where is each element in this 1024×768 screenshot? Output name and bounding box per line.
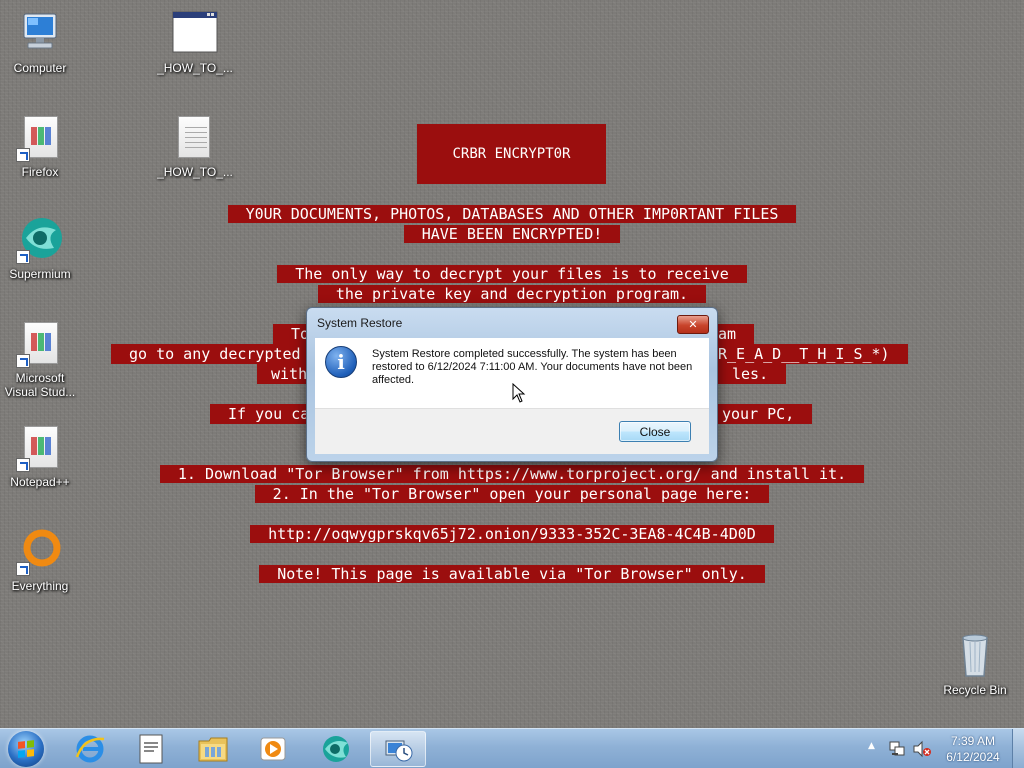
ransom-line-text: R_E_A_D__T_H_I_S_*) [716,344,908,364]
ransom-line-text: am [716,324,755,344]
shortcut-arrow-icon [16,148,30,162]
taskbar-supermium[interactable] [308,731,364,767]
visual-studio-shortcut-icon [16,320,64,368]
shortcut-arrow-icon [16,354,30,368]
desktop-icon-label: _HOW_TO_... [157,61,233,75]
desktop-icon-label: Recycle Bin [943,683,1007,697]
ransom-line-text: the private key and decryption program. [317,285,707,303]
ransom-line: Y0UR DOCUMENTS, PHOTOS, DATABASES AND OT… [0,204,1024,224]
supermium-icon [323,736,349,762]
ransom-line-text: go to any decrypted [111,344,321,364]
windows-logo-icon [18,740,34,758]
desktop-icon-recycle-bin[interactable]: Recycle Bin [935,632,1015,697]
ransom-line: 2. In the "Tor Browser" open your person… [0,484,1024,504]
taskbar-document[interactable] [123,731,179,767]
desktop-icon-computer[interactable]: Computer [0,10,80,75]
file-explorer-icon [198,737,228,762]
desktop-icon-label: Microsoft Visual Stud... [4,371,76,399]
ransom-line-text: Y0UR DOCUMENTS, PHOTOS, DATABASES AND OT… [227,205,797,223]
close-icon: ✕ [688,318,698,331]
desktop-icon-how-to-text[interactable]: _HOW_TO_... [155,114,235,179]
window-file-icon [171,10,219,58]
info-icon: i [325,346,357,378]
desktop-icon-visual-studio[interactable]: Microsoft Visual Stud... [0,320,80,399]
desktop-icon-how-to-window[interactable]: _HOW_TO_... [155,10,235,75]
taskbar-system-restore[interactable] [370,731,426,767]
taskbar-media-player[interactable] [245,731,301,767]
ransom-line: Note! This page is available via "Tor Br… [0,564,1024,584]
desktop-icon-label: _HOW_TO_... [157,165,233,179]
taskbar-file-explorer[interactable] [185,731,241,767]
shortcut-arrow-icon [16,250,30,264]
ransom-line-text: The only way to decrypt your files is to… [277,265,747,283]
desktop-icon-firefox[interactable]: Firefox [0,114,80,179]
recycle-bin-icon [951,632,999,680]
ransom-line-text: Note! This page is available via "Tor Br… [259,565,765,583]
text-file-icon [171,114,219,162]
ransom-line-text: 1. Download "Tor Browser" from https://w… [159,465,865,483]
volume-muted-icon[interactable] [912,740,932,758]
ransom-line-text: http://oqwygprskqv65j72.onion/9333-352C-… [250,525,774,543]
taskbar: ▲ 7:39 AM 6/12/2024 [0,728,1024,768]
network-icon[interactable] [888,740,906,758]
ransom-line-text: your PC, [716,404,813,424]
dialog-footer: Close [315,408,709,454]
desktop-icon-label: Firefox [21,165,59,179]
clock-date: 6/12/2024 [946,750,1000,764]
dialog-message: System Restore completed successfully. T… [372,348,693,386]
document-icon [139,734,163,764]
ransom-onion-link: http://oqwygprskqv65j72.onion/9333-352C-… [0,524,1024,544]
clock-time: 7:39 AM [950,734,996,748]
ransom-line: 1. Download "Tor Browser" from https://w… [0,464,1024,484]
dialog-title: System Restore [317,316,403,330]
ransom-line-text: HAVE BEEN ENCRYPTED! [403,225,621,243]
tray-show-hidden-icons[interactable]: ▲ [868,741,875,751]
ransom-title: CRBR ENCRYPT0R [417,124,606,184]
ransom-line-text: les. [716,364,787,384]
computer-icon [16,10,64,58]
ransom-line: HAVE BEEN ENCRYPTED! [0,224,1024,244]
mouse-cursor-icon [512,383,526,403]
ransom-line: the private key and decryption program. [0,284,1024,304]
dialog-close-button[interactable]: ✕ [677,315,709,334]
start-button[interactable] [8,731,44,767]
firefox-shortcut-icon [16,114,64,162]
taskbar-internet-explorer[interactable] [62,731,118,767]
close-button[interactable]: Close [619,421,691,442]
taskbar-clock[interactable]: 7:39 AM 6/12/2024 [940,733,1006,765]
desktop-icon-label: Computer [13,61,67,75]
media-player-icon [260,737,286,761]
show-desktop-button[interactable] [1012,729,1024,768]
ransom-line-text: 2. In the "Tor Browser" open your person… [254,485,770,503]
ransom-line: The only way to decrypt your files is to… [0,264,1024,284]
internet-explorer-icon [75,735,105,763]
system-restore-icon [385,740,413,762]
